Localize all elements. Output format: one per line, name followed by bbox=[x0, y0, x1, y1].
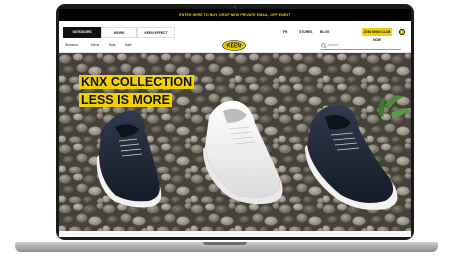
hero-headline: KNX COLLECTION LESS IS MORE bbox=[79, 73, 195, 109]
webcam-icon bbox=[233, 5, 236, 8]
nav-link-stores[interactable]: STORES bbox=[299, 27, 313, 38]
tab-outdoors[interactable]: OUTDOORS bbox=[63, 27, 101, 38]
tab-keen-effect[interactable]: KEEN EFFECT bbox=[137, 27, 175, 38]
search-field[interactable]: Search bbox=[321, 42, 401, 50]
laptop-screen: ENTER HERE TO BUY, DROP NEW PRIVATE EMAI… bbox=[59, 9, 411, 237]
laptop-hinge-notch bbox=[203, 242, 247, 245]
nav-link-language[interactable]: FR bbox=[283, 27, 287, 38]
tab-work[interactable]: WORK bbox=[101, 27, 137, 38]
category-link-womens[interactable]: Womens bbox=[65, 39, 78, 52]
search-underline bbox=[321, 49, 401, 50]
hero-headline-line-1: KNX COLLECTION bbox=[79, 75, 195, 89]
category-link-kids[interactable]: Kids bbox=[109, 39, 115, 52]
search-placeholder: Search bbox=[328, 43, 339, 47]
join-club-button[interactable]: JOIN KEEN CLUB NOW bbox=[362, 28, 392, 42]
hero-headline-line-2: LESS IS MORE bbox=[79, 93, 172, 107]
hero-banner[interactable]: KNX COLLECTION LESS IS MORE bbox=[59, 53, 411, 231]
logo-text: KEEN bbox=[227, 43, 241, 49]
keen-logo[interactable]: KEEN bbox=[222, 40, 246, 51]
search-icon bbox=[321, 42, 327, 49]
content-below-hero bbox=[59, 231, 411, 237]
nav-link-blog[interactable]: BLOG bbox=[320, 27, 330, 38]
category-nav: Womens Mens Kids Sale KEEN Search bbox=[59, 39, 411, 53]
category-link-sale[interactable]: Sale bbox=[125, 39, 132, 52]
promo-text: ENTER HERE TO BUY, DROP NEW PRIVATE EMAI… bbox=[179, 13, 291, 17]
promo-banner[interactable]: ENTER HERE TO BUY, DROP NEW PRIVATE EMAI… bbox=[59, 9, 411, 21]
category-link-mens[interactable]: Mens bbox=[91, 39, 99, 52]
top-nav: OUTDOORS WORK KEEN EFFECT FR STORES BLOG… bbox=[59, 27, 411, 42]
account-icon[interactable] bbox=[399, 29, 405, 35]
